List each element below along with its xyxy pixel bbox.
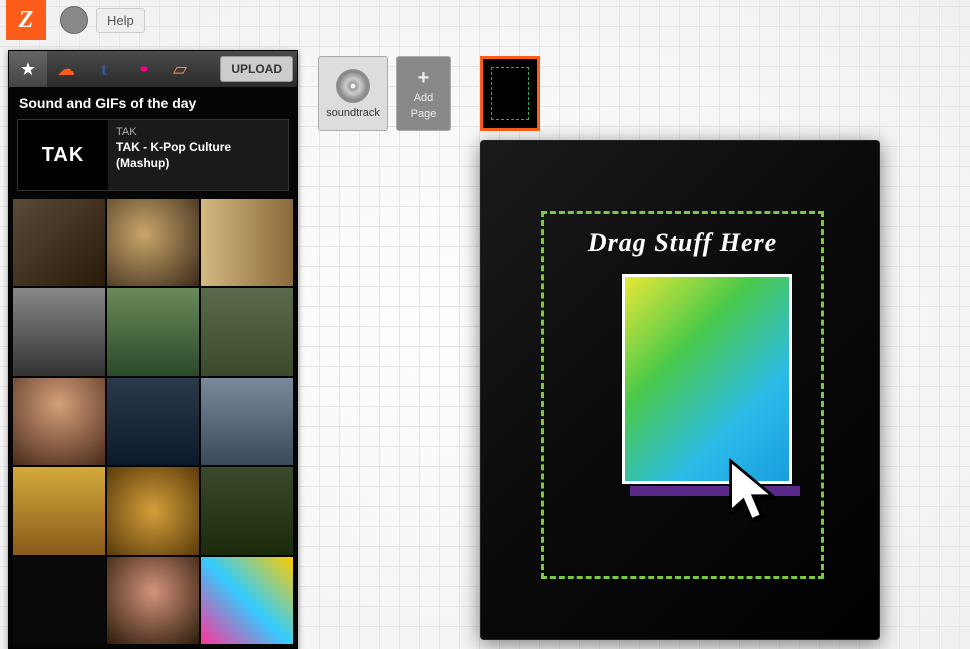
gif-item[interactable] bbox=[107, 467, 199, 554]
soundcloud-icon: ☁ bbox=[57, 59, 75, 80]
gif-item[interactable] bbox=[107, 288, 199, 375]
gif-item[interactable] bbox=[107, 557, 199, 644]
disc-icon bbox=[336, 69, 370, 103]
source-tabs: ★ ☁ t •• ▱ UPLOAD bbox=[9, 51, 297, 87]
user-avatar[interactable] bbox=[60, 6, 88, 34]
top-bar: Z Help bbox=[0, 0, 970, 40]
add-page-button[interactable]: + Add Page bbox=[396, 56, 451, 131]
gif-item[interactable] bbox=[13, 467, 105, 554]
sound-artist: TAK bbox=[116, 126, 280, 138]
sound-info: TAK TAK - K-Pop Culture (Mashup) bbox=[108, 120, 288, 190]
add-page-label: Add bbox=[414, 92, 434, 104]
plus-icon: + bbox=[418, 68, 430, 88]
sound-card[interactable]: TAK TAK TAK - K-Pop Culture (Mashup) bbox=[17, 119, 289, 191]
soundtrack-button[interactable]: soundtrack bbox=[318, 56, 388, 131]
gif-item[interactable] bbox=[13, 378, 105, 465]
page-thumbnail[interactable] bbox=[480, 56, 540, 131]
gif-grid bbox=[9, 199, 297, 648]
gif-item[interactable] bbox=[201, 378, 293, 465]
app-logo[interactable]: Z bbox=[6, 0, 46, 40]
gif-item[interactable] bbox=[201, 288, 293, 375]
page-icon: ▱ bbox=[173, 59, 187, 80]
cursor-icon bbox=[723, 458, 783, 528]
gif-item[interactable] bbox=[201, 199, 293, 286]
drop-zone-text: Drag Stuff Here bbox=[544, 228, 821, 258]
help-button[interactable]: Help bbox=[96, 8, 145, 33]
gif-item[interactable] bbox=[13, 288, 105, 375]
tab-favorites[interactable]: ★ bbox=[9, 51, 47, 87]
section-title: Sound and GIFs of the day bbox=[9, 87, 297, 119]
drop-zone[interactable]: Drag Stuff Here bbox=[541, 211, 824, 579]
sound-thumb: TAK bbox=[18, 120, 108, 190]
tumblr-icon: t bbox=[101, 59, 107, 80]
drop-rect bbox=[622, 274, 792, 484]
soundtrack-label: soundtrack bbox=[326, 107, 380, 119]
gif-item[interactable] bbox=[13, 199, 105, 286]
editor-canvas[interactable]: Drag Stuff Here bbox=[480, 140, 880, 640]
logo-letter: Z bbox=[19, 7, 34, 34]
sound-title: TAK - K-Pop Culture (Mashup) bbox=[116, 140, 280, 171]
tab-soundcloud[interactable]: ☁ bbox=[47, 51, 85, 87]
add-page-label-2: Page bbox=[411, 108, 437, 120]
flickr-icon: •• bbox=[140, 59, 145, 80]
gif-item[interactable] bbox=[107, 378, 199, 465]
tab-tumblr[interactable]: t bbox=[85, 51, 123, 87]
gif-item[interactable] bbox=[107, 199, 199, 286]
upload-button[interactable]: UPLOAD bbox=[220, 56, 293, 82]
tab-flickr[interactable]: •• bbox=[123, 51, 161, 87]
gif-item[interactable] bbox=[201, 467, 293, 554]
tab-page[interactable]: ▱ bbox=[161, 51, 199, 87]
asset-sidebar: ★ ☁ t •• ▱ UPLOAD Sound and GIFs of the … bbox=[8, 50, 298, 649]
gif-item[interactable] bbox=[201, 557, 293, 644]
star-icon: ★ bbox=[20, 59, 36, 80]
page-toolbar: soundtrack + Add Page bbox=[318, 56, 451, 131]
gif-item[interactable] bbox=[13, 557, 105, 644]
